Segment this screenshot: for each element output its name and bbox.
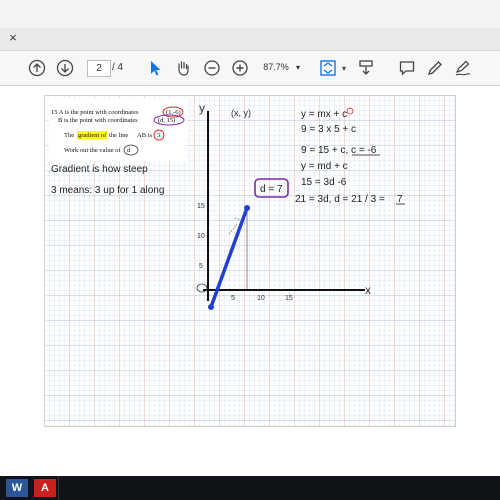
select-tool-button[interactable] xyxy=(145,58,165,78)
up-arrow-icon xyxy=(28,59,46,77)
comment-icon xyxy=(399,61,415,76)
pdf-page: 15 A is the point with coordinates (1,-6… xyxy=(44,95,456,427)
tab-bar: × xyxy=(0,28,500,51)
question-line-3-ab: AB is xyxy=(137,132,152,139)
previous-page-button[interactable] xyxy=(27,58,47,78)
point-a-marker xyxy=(208,304,214,310)
fit-page-button[interactable] xyxy=(318,58,338,78)
note-gradient: Gradient is how steep xyxy=(51,164,148,175)
point-b-coords: (d, 15) xyxy=(158,117,175,124)
answer-text: d = 7 xyxy=(260,184,283,195)
question-line-2: B is the point with coordinates xyxy=(58,117,138,124)
fit-dropdown-arrow[interactable]: ▾ xyxy=(340,58,348,78)
point-label-xy: (x, y) xyxy=(231,108,251,118)
working-line-3: 9 = 15 + c, c = -6 xyxy=(301,145,377,156)
zoom-level[interactable]: 87.7% xyxy=(258,60,294,75)
x-tick-5: 5 xyxy=(231,295,235,302)
question-line-3-mid: the line xyxy=(109,132,128,139)
sign-icon xyxy=(455,60,471,76)
worksheet-canvas: 15 A is the point with coordinates (1,-6… xyxy=(45,96,455,426)
x-axis-label: x xyxy=(365,283,371,297)
question-line-3-highlight: gradient of xyxy=(78,132,107,139)
point-b-marker xyxy=(244,205,250,211)
question-box: 15 A is the point with coordinates (1,-6… xyxy=(49,98,187,161)
comment-button[interactable] xyxy=(397,58,417,78)
fit-page-icon xyxy=(320,60,336,76)
zoom-dropdown-arrow[interactable]: ▾ xyxy=(296,60,300,75)
x-tick-10: 10 xyxy=(257,295,265,302)
page-count: / 4 xyxy=(112,62,124,73)
scroll-mode-icon xyxy=(359,60,373,75)
working-line-1: y = mx + c xyxy=(301,109,347,120)
page-number-input[interactable]: 2 xyxy=(87,60,111,77)
working-line-5: 15 = 3d -6 xyxy=(301,177,347,188)
word-taskbar-button[interactable]: W xyxy=(6,479,28,497)
next-page-button[interactable] xyxy=(55,58,75,78)
working-line-2: 9 = 3 x 5 + c xyxy=(301,124,356,135)
y-axis-label: y xyxy=(199,101,205,115)
working-answer: 7 xyxy=(397,194,403,205)
zoom-in-button[interactable] xyxy=(230,58,250,78)
gradient-value: 3 xyxy=(157,132,160,139)
y-tick-15: 15 xyxy=(197,203,205,210)
taskbar: W A xyxy=(0,476,500,500)
pdf-toolbar: 2 / 4 87.7% ▾ ▾ xyxy=(0,51,500,86)
close-tab-button[interactable]: × xyxy=(6,31,20,45)
pen-icon xyxy=(428,61,442,75)
y-tick-10: 10 xyxy=(197,233,205,240)
document-viewer[interactable]: 15 A is the point with coordinates (1,-6… xyxy=(0,86,500,466)
question-line-3-start: The xyxy=(64,132,74,139)
zoom-out-button[interactable] xyxy=(202,58,222,78)
zoom-in-icon xyxy=(232,60,248,76)
question-line-1: 15 A is the point with coordinates xyxy=(51,109,139,116)
hand-icon xyxy=(178,61,189,76)
y-tick-5: 5 xyxy=(199,263,203,270)
sign-button[interactable] xyxy=(453,58,473,78)
window-top-area xyxy=(0,0,500,28)
taskbar-divider xyxy=(58,476,59,500)
down-arrow-icon xyxy=(56,59,74,77)
hand-tool-button[interactable] xyxy=(173,58,193,78)
question-line-4: Work out the value of xyxy=(64,147,121,154)
scroll-mode-button[interactable] xyxy=(356,58,376,78)
draw-button[interactable] xyxy=(425,58,445,78)
working-line-6: 21 = 3d, d = 21 / 3 = xyxy=(295,194,385,205)
select-pointer-icon xyxy=(151,61,161,76)
note-gradient-meaning: 3 means: 3 up for 1 along xyxy=(51,185,164,196)
x-tick-15: 15 xyxy=(285,295,293,302)
acrobat-taskbar-button[interactable]: A xyxy=(34,479,56,497)
working-line-4: y = md + c xyxy=(301,161,348,172)
zoom-out-icon xyxy=(204,60,220,76)
